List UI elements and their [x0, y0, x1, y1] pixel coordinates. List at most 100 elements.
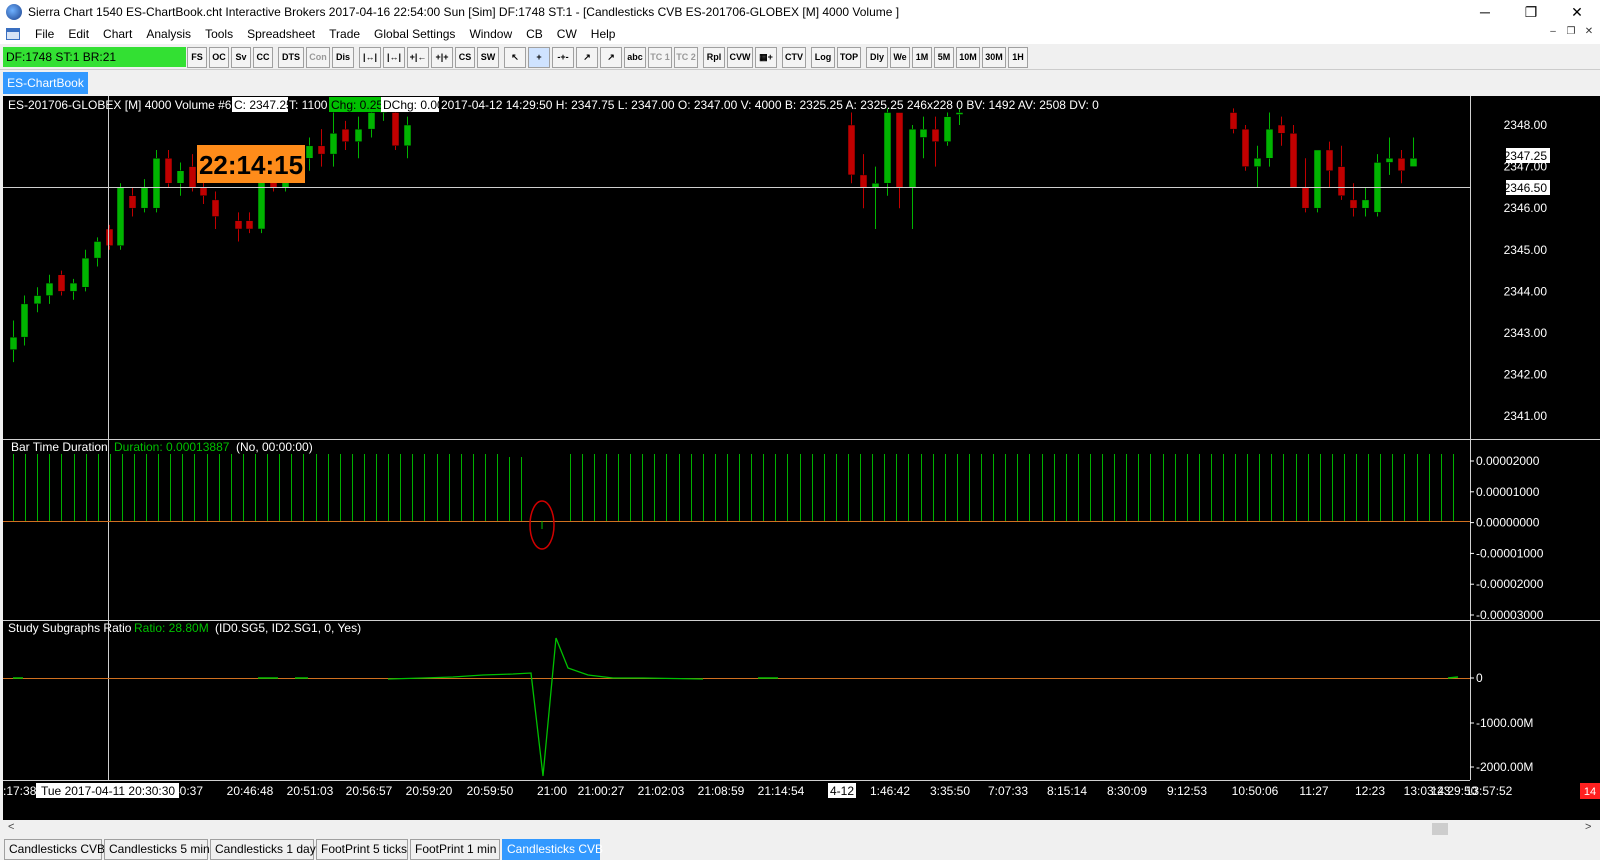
candle-body [919, 128, 928, 138]
log-button[interactable]: Log [811, 47, 835, 68]
menu-cw[interactable]: CW [550, 27, 584, 41]
time-tick-label: 10:50:06 [1232, 784, 1279, 798]
daily-button[interactable]: Dly [866, 47, 888, 68]
cs-button[interactable]: CS [455, 47, 475, 68]
table-add-icon[interactable]: ▦+ [755, 47, 777, 68]
candle-body [33, 295, 42, 305]
mdi-minimize-button[interactable]: – [1544, 26, 1562, 37]
price-tick-label: 2344.00 [1504, 284, 1548, 298]
cvw-button[interactable]: CVW [727, 47, 753, 68]
price-tick-label: 2348.00 [1504, 118, 1548, 132]
status-box: DF:1748 ST:1 BR:21 [3, 47, 186, 67]
top-button[interactable]: TOP [837, 47, 861, 68]
menu-global-settings[interactable]: Global Settings [367, 27, 462, 41]
candle-body [69, 282, 78, 292]
mdi-close-button[interactable]: ✕ [1580, 26, 1598, 37]
time-axis[interactable]: :17:38 0:40:37 20:46:48 20:51:03 20:56:57 20:… [3, 783, 1513, 798]
candle-body [9, 336, 18, 350]
menu-file[interactable]: File [28, 27, 61, 41]
menu-trade[interactable]: Trade [322, 27, 367, 41]
oc-button[interactable]: OC [209, 47, 229, 68]
window-title: Sierra Chart 1540 ES-ChartBook.cht Inter… [28, 5, 900, 19]
scroll-right-arrow-icon[interactable]: > [1585, 821, 1591, 833]
ray-tool-icon[interactable]: ↗ [600, 47, 622, 68]
sw-button[interactable]: SW [477, 47, 499, 68]
tc2-button[interactable]: TC 2 [674, 47, 698, 68]
price-header-dchg: DChg: 0.00 [383, 98, 444, 112]
duration-scale[interactable]: 0.00002000 0.00001000 0.00000000 -0.0000100… [1470, 454, 1544, 622]
candle-body [955, 112, 964, 115]
tab-footprint-1min[interactable]: FootPrint 1 min [410, 839, 500, 860]
menu-spreadsheet[interactable]: Spreadsheet [240, 27, 322, 41]
candle-body [305, 145, 314, 159]
mdi-restore-button[interactable]: ❐ [1562, 26, 1580, 37]
document-icon[interactable] [6, 28, 20, 40]
price-tick-label: 2346.00 [1504, 201, 1548, 215]
5m-button[interactable]: 5M [934, 47, 954, 68]
duration-tick-label: 0.00001000 [1476, 485, 1540, 499]
menu-tools[interactable]: Tools [198, 27, 240, 41]
text-tool-button[interactable]: abc [624, 47, 646, 68]
zoom-width-button[interactable]: |↔| [383, 47, 405, 68]
menu-cb[interactable]: CB [519, 27, 550, 41]
close-button[interactable]: ✕ [1554, 0, 1600, 24]
1h-button[interactable]: 1H [1008, 47, 1028, 68]
scroll-thumb[interactable] [1432, 823, 1448, 835]
dis-button[interactable]: Dis [332, 47, 354, 68]
1m-button[interactable]: 1M [912, 47, 932, 68]
scroll-left-arrow-icon[interactable]: < [8, 821, 14, 833]
candle-body [1289, 133, 1298, 188]
menu-analysis[interactable]: Analysis [139, 27, 198, 41]
menu-window[interactable]: Window [462, 27, 519, 41]
candle-body [871, 182, 880, 188]
menu-help[interactable]: Help [584, 27, 623, 41]
price-header-close: C: 2347.25 [234, 98, 293, 112]
candle-body [883, 112, 892, 184]
title-bar: Sierra Chart 1540 ES-ChartBook.cht Inter… [0, 0, 1600, 24]
menu-edit[interactable]: Edit [61, 27, 96, 41]
fs-button[interactable]: FS [187, 47, 207, 68]
shift-left-button[interactable]: +|← [407, 47, 429, 68]
ctv-button[interactable]: CTV [782, 47, 806, 68]
menu-chart[interactable]: Chart [96, 27, 139, 41]
tab-candlesticks-5min[interactable]: Candlesticks 5 min [104, 839, 210, 860]
10m-button[interactable]: 10M [956, 47, 980, 68]
horizontal-scrollbar[interactable]: < > [0, 820, 1600, 837]
price-scale[interactable]: 2348.002347.002346.002345.002344.002343.… [1504, 118, 1548, 423]
tc1-button[interactable]: TC 1 [648, 47, 672, 68]
cross-tool-icon[interactable]: -+- [552, 47, 574, 68]
tab-candlesticks-cvb[interactable]: Candlesticks CVB [4, 839, 105, 860]
tab-candlesticks-cvb-active[interactable]: Candlesticks CVB [502, 839, 603, 860]
30m-button[interactable]: 30M [982, 47, 1006, 68]
con-button[interactable]: Con [306, 47, 330, 68]
chart-area[interactable]: ES-201706-GLOBEX [M] 4000 Volume #6 C: 2… [3, 96, 1600, 820]
candle-body [140, 187, 149, 209]
time-tick-label: :17:38 [3, 784, 37, 798]
candle-body [57, 274, 66, 292]
ratio-scale[interactable]: 0 -1000.00M -2000.00M [1470, 671, 1533, 774]
tab-footprint-5ticks[interactable]: FootPrint 5 ticks [316, 839, 408, 860]
dts-button[interactable]: DTS [278, 47, 304, 68]
tab-candlesticks-1day[interactable]: Candlesticks 1 day [210, 839, 316, 860]
pointer-tool-icon[interactable]: ↖ [504, 47, 526, 68]
candle-body [931, 128, 940, 142]
corner-badge: 14 [1584, 786, 1596, 798]
candle-body [908, 128, 917, 188]
line-tool-icon[interactable]: ↗ [576, 47, 598, 68]
candle-body [176, 170, 185, 184]
sv-button[interactable]: Sv [231, 47, 251, 68]
time-badge: 22:14:15 [199, 150, 303, 180]
weekly-button[interactable]: We [890, 47, 910, 68]
ratio-tick-label: -1000.00M [1476, 716, 1533, 730]
zoom-range-button[interactable]: |↔| [359, 47, 381, 68]
chartbook-tab[interactable]: ES-ChartBook [3, 72, 88, 94]
minimize-button[interactable]: ─ [1462, 0, 1508, 24]
shift-right-button[interactable]: +|+ [431, 47, 453, 68]
restore-button[interactable]: ❐ [1508, 0, 1554, 24]
time-tick-label: 21:00 [537, 784, 567, 798]
crosshair-tool-icon[interactable]: + [528, 47, 550, 68]
chart-svg[interactable]: ES-201706-GLOBEX [M] 4000 Volume #6 C: 2… [3, 96, 1600, 820]
rpl-button[interactable]: Rpl [703, 47, 725, 68]
candle-body [1301, 187, 1310, 209]
cc-button[interactable]: CC [253, 47, 273, 68]
